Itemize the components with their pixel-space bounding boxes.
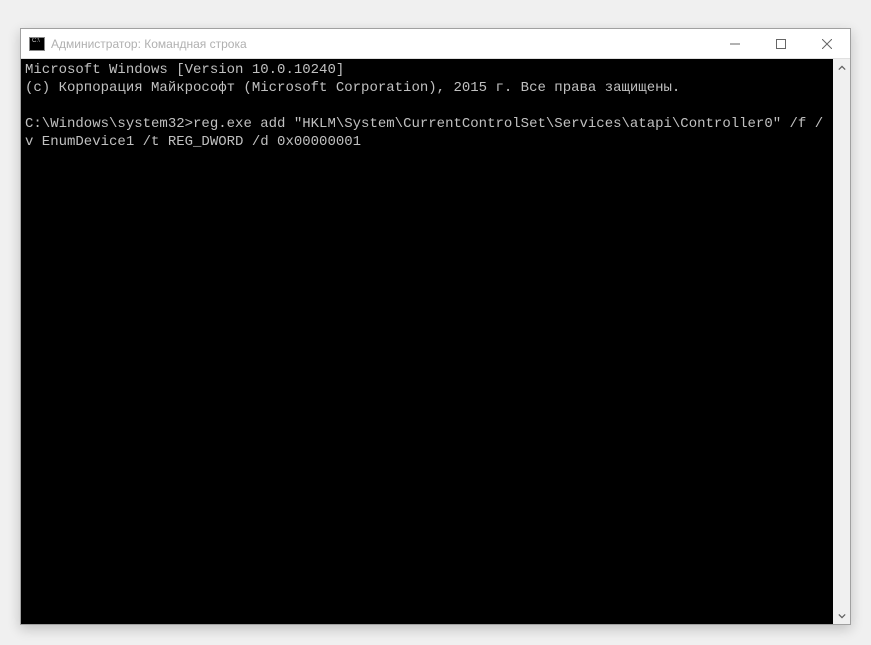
scroll-track[interactable] <box>833 76 850 607</box>
window-title: Администратор: Командная строка <box>51 37 712 51</box>
terminal-output[interactable]: Microsoft Windows [Version 10.0.10240] (… <box>21 59 833 624</box>
command-prompt-window: C:\ Администратор: Командная строка Micr… <box>20 28 851 625</box>
terminal-container: Microsoft Windows [Version 10.0.10240] (… <box>21 59 850 624</box>
titlebar[interactable]: C:\ Администратор: Командная строка <box>21 29 850 59</box>
copyright-line: (c) Корпорация Майкрософт (Microsoft Cor… <box>25 80 680 96</box>
vertical-scrollbar[interactable] <box>833 59 850 624</box>
prompt: C:\Windows\system32> <box>25 116 193 132</box>
app-icon: C:\ <box>29 37 45 51</box>
close-icon <box>822 39 832 49</box>
version-line: Microsoft Windows [Version 10.0.10240] <box>25 62 344 78</box>
scroll-up-button[interactable] <box>833 59 850 76</box>
scroll-down-button[interactable] <box>833 607 850 624</box>
window-controls <box>712 29 850 58</box>
minimize-button[interactable] <box>712 29 758 58</box>
close-button[interactable] <box>804 29 850 58</box>
maximize-icon <box>776 39 786 49</box>
chevron-down-icon <box>838 612 846 620</box>
maximize-button[interactable] <box>758 29 804 58</box>
minimize-icon <box>730 39 740 49</box>
chevron-up-icon <box>838 64 846 72</box>
